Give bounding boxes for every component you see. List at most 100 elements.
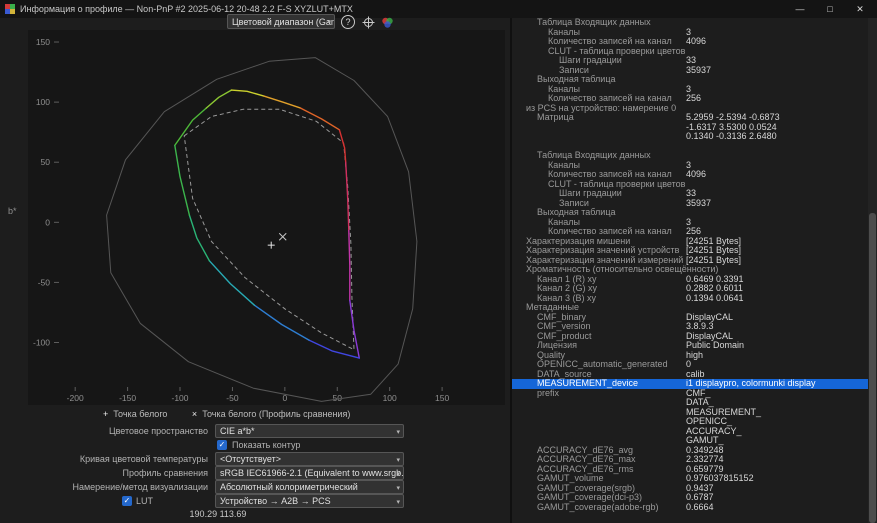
property-label: CLUT - таблица проверки цветов [548,178,686,189]
center-view-button[interactable] [361,15,375,29]
property-label: Лицензия [537,340,577,350]
property-label: CMF_product [537,330,592,341]
temperature-curve-select[interactable]: <Отсутствует> ▾ [215,452,404,466]
color-toggle-button[interactable] [380,15,394,29]
property-label [512,397,537,407]
minimize-button[interactable]: — [785,0,815,18]
property-label: GAMUT_coverage(dci-p3) [537,492,643,502]
lut-label: LUT [136,496,154,506]
x-tick-label: 100 [383,393,397,403]
lut-row: ✓ LUT Устройство → A2B → PCS ▾ [0,494,510,508]
chevron-down-icon: ▾ [396,499,400,506]
temperature-curve-label: Кривая цветовой температуры [79,454,208,464]
colorspace-label: Цветовое пространство [108,426,208,436]
help-button[interactable]: ? [341,15,355,29]
lut-direction-select[interactable]: Устройство → A2B → PCS ▾ [215,494,404,508]
colorspace-value: CIE a*b* [220,426,255,436]
lut-checkbox[interactable]: ✓ [122,496,132,506]
x-tick-label: -50 [226,393,239,403]
property-label: CMF_version [537,321,591,331]
property-label: Характеризация значений устройств [526,245,680,255]
show-outline-row: ✓ Показать контур [0,438,510,452]
colorspace-row: Цветовое пространство CIE a*b* ▾ [0,424,510,438]
rendering-intent-value: Абсолютный колориметрический [220,482,358,492]
show-outline-label: Показать контур [232,440,301,450]
property-label: Таблица Входящих данных [537,18,651,27]
property-row[interactable]: 0.1340 -0.3136 2.6480 [512,131,868,142]
property-label: CMF_binary [537,311,587,322]
check-icon: ✓ [123,496,131,505]
property-label: GAMUT_volume [537,473,604,483]
property-value: 0.6664 [686,501,714,512]
property-label: Канал 1 (R) xy [537,273,597,284]
x-tick-label: 150 [435,393,449,403]
property-label [512,122,537,132]
close-icon: ✕ [856,3,864,14]
property-label: Метаданные [526,302,580,312]
property-label: Выходная таблица [537,74,616,84]
property-value: 4096 [686,36,707,46]
temperature-curve-row: Кривая цветовой температуры <Отсутствует… [0,452,510,466]
scrollbar-thumb[interactable] [869,213,876,523]
property-label: Записи [559,197,589,208]
property-label: Характеризация мишени [526,235,631,246]
x-tick-label: 50 [333,393,343,403]
property-label: GAMUT_coverage(srgb) [537,482,636,493]
property-value: 35937 [686,197,712,208]
property-label: GAMUT_coverage(adobe-rgb) [537,501,659,512]
chevron-down-icon: ▾ [396,457,400,464]
y-tick-label: -100 [33,338,50,348]
app-icon [5,4,15,14]
property-label: Количество записей на канал [548,36,672,46]
property-label: Quality [537,349,566,360]
crosshair-icon [362,16,374,28]
property-label [512,416,537,426]
property-label: Выходная таблица [537,207,616,217]
gamut-plot[interactable]: -200 -150 -100 -50 0 50 100 150-100-50050100150 [28,30,505,405]
rendering-intent-select[interactable]: Абсолютный колориметрический ▾ [215,480,404,494]
white-point-label: Точка белого [113,409,168,419]
y-tick-label: 100 [36,97,50,107]
view-mode-select[interactable]: Цветовой диапазон (Gamut) ▾ [227,14,335,29]
property-label [512,435,537,445]
property-label: Канал 3 (B) xy [537,292,596,303]
property-label: ACCURACY_dE76_avg [537,444,634,455]
comparison-profile-label: Профиль сравнения [122,468,209,478]
maximize-button[interactable]: □ [815,0,845,18]
y-tick-label: -50 [38,277,51,287]
comparison-white-point-label: Точка белого (Профиль сравнения) [202,409,351,419]
chevron-down-icon: ▾ [327,19,331,26]
titlebar-buttons: — □ ✕ [785,0,875,18]
property-label: Количество записей на канал [548,93,672,103]
rgb-circles-icon [381,17,393,28]
comparison-white-point-marker-icon: × [191,409,198,419]
property-label [512,131,537,141]
property-label: из PCS на устройство: намерение 0 [526,102,677,113]
y-tick-label: 0 [45,217,50,227]
view-mode-value: Цветовой диапазон (Gamut) [232,17,334,27]
scrollbar[interactable] [868,18,877,523]
profile-info-window: Информация о профиле — Non-PnP #2 2025-0… [0,0,877,523]
maximize-icon: □ [827,4,833,14]
help-icon: ? [345,17,351,27]
close-button[interactable]: ✕ [845,0,875,18]
show-outline-checkbox[interactable]: ✓ [217,440,227,450]
titlebar[interactable]: Информация о профиле — Non-PnP #2 2025-0… [0,0,877,18]
property-label: Матрица [537,112,574,122]
check-icon: ✓ [218,440,226,449]
comparison-profile-select[interactable]: sRGB IEC61966-2.1 (Equivalent to www.srg… [215,466,404,480]
property-label: Таблица Входящих данных [537,150,651,160]
property-label: Каналы [548,159,580,170]
x-tick-label: -100 [172,393,189,403]
property-value: 0.1340 -0.3136 2.6480 [686,131,777,141]
rendering-intent-row: Намерение/метод визуализации Абсолютный … [0,480,510,494]
colorspace-select[interactable]: CIE a*b* ▾ [215,424,404,438]
property-row[interactable]: GAMUT_coverage(adobe-rgb) 0.6664 [512,501,868,513]
property-label [512,141,526,151]
property-value: 35937 [686,64,712,75]
property-label: OPENICC_automatic_generated [537,359,668,369]
white-point-marker-icon: + [103,409,109,419]
chevron-down-icon: ▾ [396,429,400,436]
comparison-profile-value: sRGB IEC61966-2.1 (Equivalent to www.srg… [220,468,404,478]
plot-panel: Цветовой диапазон (Gamut) ▾ ? -200 -150 -1… [0,14,510,523]
